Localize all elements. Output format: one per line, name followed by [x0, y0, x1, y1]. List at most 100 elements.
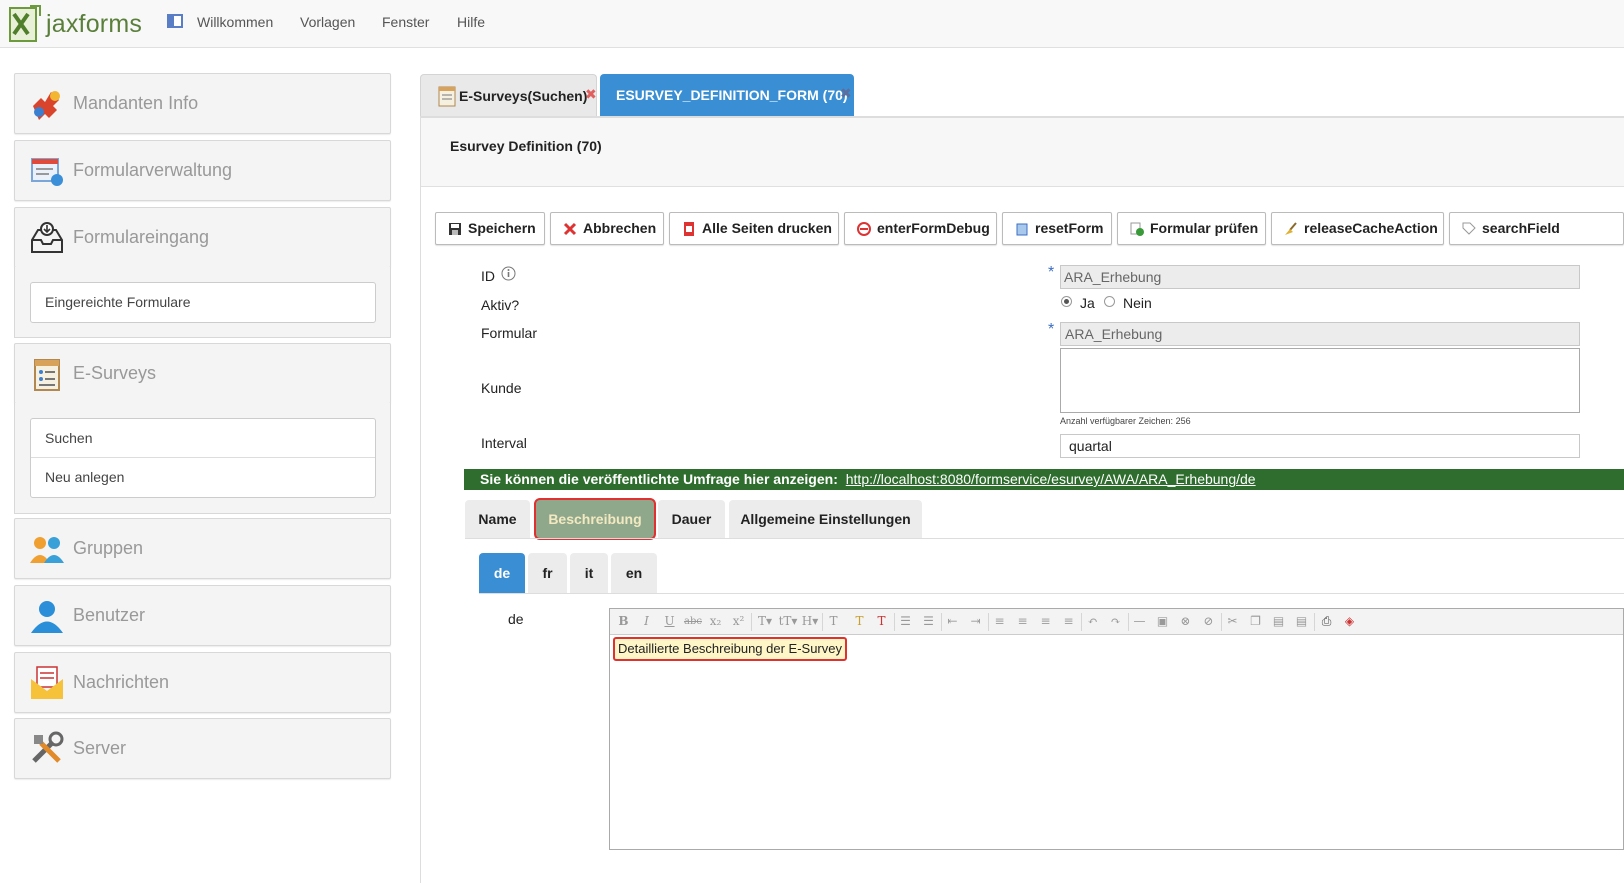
jaxforms-logo-icon	[9, 5, 41, 42]
outdent-icon[interactable]: ⇤	[945, 614, 960, 629]
sidebar-section-body: Suchen Neu anlegen	[14, 403, 391, 514]
tab-close-icon[interactable]: ✖	[585, 86, 597, 103]
release-cache-button[interactable]: releaseCacheAction	[1271, 212, 1444, 245]
align-right-icon[interactable]: ≡	[1038, 614, 1053, 629]
kunde-label: Kunde	[481, 380, 522, 396]
editor-toolbar: B I U abc x₂ x² T▾ tT▾ H▾ T T T ☰ ☰ ⇤ ⇥ …	[610, 609, 1623, 635]
italic-icon[interactable]: I	[639, 614, 654, 629]
clear-format-icon[interactable]: T	[826, 614, 841, 629]
id-field[interactable]: ARA_Erhebung	[1060, 265, 1580, 289]
search-field-button[interactable]: searchField	[1449, 212, 1624, 245]
print-icon[interactable]: ⎙	[1319, 614, 1334, 629]
form-admin-icon	[31, 158, 63, 186]
sidebar-sub-list: Eingereichte Formulare	[30, 282, 376, 323]
font-family-icon[interactable]: T▾	[756, 614, 774, 629]
info-icon[interactable]	[501, 266, 516, 281]
align-left-icon[interactable]: ≡	[992, 614, 1007, 629]
strikethrough-icon[interactable]: abc	[684, 614, 702, 629]
sidebar-section-server[interactable]: Server	[14, 718, 391, 779]
bullet-list-icon[interactable]: ☰	[898, 614, 913, 629]
subtabs-divider	[465, 538, 1624, 539]
published-survey-notice: Sie können die veröffentlichte Umfrage h…	[464, 469, 1624, 490]
underline-icon[interactable]: U	[662, 614, 677, 629]
lang-tab-it[interactable]: it	[570, 553, 608, 593]
sidebar-section-mandanten-info[interactable]: Mandanten Info	[14, 73, 391, 134]
sidebar-section-gruppen[interactable]: Gruppen	[14, 518, 391, 579]
text-color-icon[interactable]: T	[852, 614, 867, 629]
sidebar-item-neu-anlegen[interactable]: Neu anlegen	[31, 458, 375, 497]
sidebar-section-label: E-Surveys	[73, 363, 157, 383]
editor-language-label: de	[508, 611, 524, 627]
aktiv-nein-label: Nein	[1123, 295, 1152, 311]
remove-format-icon[interactable]: T	[874, 614, 889, 629]
sidebar-section-label: Benutzer	[73, 605, 146, 625]
save-button[interactable]: Speichern	[435, 212, 545, 245]
rich-text-editor[interactable]: B I U abc x₂ x² T▾ tT▾ H▾ T T T ☰ ☰ ⇤ ⇥ …	[609, 608, 1624, 850]
reset-form-button[interactable]: resetForm	[1002, 212, 1112, 245]
sidebar-section-e-surveys[interactable]: E-Surveys	[14, 343, 391, 404]
sidebar-section-nachrichten[interactable]: Nachrichten	[14, 652, 391, 713]
paste-icon[interactable]: ▤	[1271, 614, 1286, 629]
button-label: searchField	[1482, 220, 1560, 236]
font-size-icon[interactable]: tT▾	[778, 614, 798, 629]
copy-icon[interactable]: ❐	[1248, 614, 1263, 629]
menu-fenster[interactable]: Fenster	[382, 0, 429, 44]
editor-content[interactable]: Detaillierte Beschreibung der E-Survey	[613, 637, 847, 661]
button-label: Formular prüfen	[1150, 220, 1259, 236]
print-all-button[interactable]: Alle Seiten drucken	[669, 212, 839, 245]
survey-url-link[interactable]: http://localhost:8080/formservice/esurve…	[846, 471, 1256, 487]
tab-name[interactable]: Name	[465, 500, 530, 538]
tab-dauer[interactable]: Dauer	[658, 500, 725, 538]
aktiv-ja-radio[interactable]	[1061, 296, 1072, 307]
align-center-icon[interactable]: ≡	[1015, 614, 1030, 629]
link-icon[interactable]: ⊗	[1178, 614, 1193, 629]
kunde-textarea[interactable]	[1060, 348, 1580, 413]
justify-icon[interactable]: ≡	[1061, 614, 1076, 629]
interval-select[interactable]: quartal	[1060, 434, 1580, 458]
enter-form-debug-button[interactable]: enterFormDebug	[844, 212, 997, 245]
unlink-icon[interactable]: ⊘	[1201, 614, 1216, 629]
bold-icon[interactable]: B	[616, 614, 631, 629]
cancel-button[interactable]: Abbrechen	[550, 212, 664, 245]
tab-esurvey-definition-form[interactable]: ESURVEY_DEFINITION_FORM (70) ✖	[600, 74, 854, 117]
no-entry-icon	[857, 222, 871, 236]
menu-vorlagen[interactable]: Vorlagen	[300, 0, 355, 44]
sidebar-section-benutzer[interactable]: Benutzer	[14, 585, 391, 646]
subscript-icon[interactable]: x₂	[708, 614, 723, 629]
paste-word-icon[interactable]: ▤	[1294, 614, 1309, 629]
sidebar-section-label: Server	[73, 738, 127, 758]
sidebar-section-formularverwaltung[interactable]: Formularverwaltung	[14, 140, 391, 201]
sidebar-item-eingereichte-formulare[interactable]: Eingereichte Formulare	[31, 283, 375, 322]
lang-tab-de[interactable]: de	[479, 553, 525, 593]
tab-allgemeine-einstellungen[interactable]: Allgemeine Einstellungen	[729, 500, 922, 538]
aktiv-nein-radio[interactable]	[1104, 296, 1115, 307]
formular-field[interactable]: ARA_Erhebung	[1060, 322, 1580, 346]
tab-e-surveys-suchen[interactable]: E-Surveys(Suchen) ✖	[420, 74, 597, 117]
lang-tab-en[interactable]: en	[611, 553, 657, 593]
undo-icon[interactable]: ↶	[1085, 614, 1100, 629]
tab-beschreibung[interactable]: Beschreibung	[534, 498, 656, 540]
sidebar-section-formulareingang[interactable]: Formulareingang	[14, 207, 391, 268]
redo-icon[interactable]: ↷	[1108, 614, 1123, 629]
image-icon[interactable]: ▣	[1155, 614, 1170, 629]
superscript-icon[interactable]: x²	[731, 614, 746, 629]
horizontal-rule-icon[interactable]: —	[1132, 614, 1147, 629]
app-logo[interactable]: jaxforms	[8, 4, 142, 44]
heading-icon[interactable]: H▾	[800, 614, 820, 629]
menu-willkommen[interactable]: Willkommen	[197, 0, 273, 44]
formular-label: Formular	[481, 325, 538, 341]
sidebar-item-suchen[interactable]: Suchen	[31, 419, 375, 458]
sidebar-section-label: Gruppen	[73, 538, 144, 558]
source-code-icon[interactable]: ◈	[1342, 614, 1357, 629]
check-form-button[interactable]: Formular prüfen	[1117, 212, 1266, 245]
tab-label: E-Surveys(Suchen)	[459, 88, 588, 104]
numbered-list-icon[interactable]: ☰	[921, 614, 936, 629]
survey-icon	[34, 359, 60, 391]
menu-hilfe[interactable]: Hilfe	[457, 0, 485, 44]
cut-icon[interactable]: ✂	[1225, 614, 1240, 629]
lang-tab-fr[interactable]: fr	[528, 553, 567, 593]
inbox-icon	[31, 222, 63, 253]
panel-toggle-icon[interactable]	[167, 14, 183, 28]
indent-icon[interactable]: ⇥	[968, 614, 983, 629]
tab-close-icon[interactable]: ✖	[840, 85, 852, 102]
